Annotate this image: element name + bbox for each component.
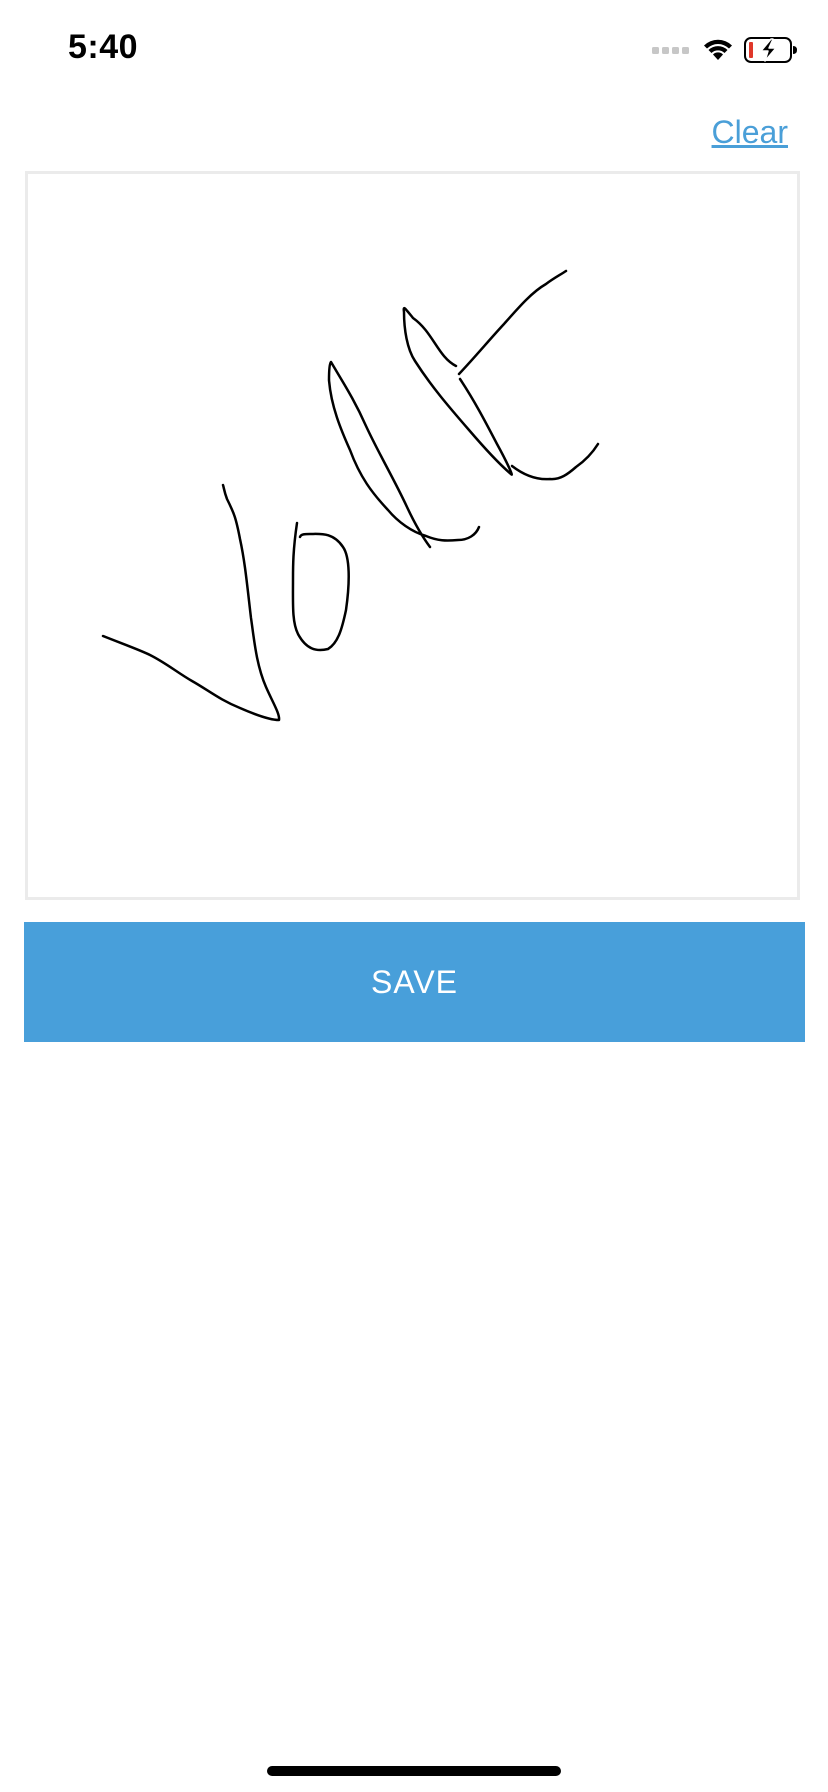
signature-canvas[interactable] [25,171,800,900]
clear-button[interactable]: Clear [712,114,788,151]
battery-charging-icon [744,37,797,63]
status-icons [652,34,798,66]
status-time: 5:40 [68,28,139,66]
signature-drawing [101,269,600,722]
wifi-icon [704,39,732,60]
home-indicator[interactable] [267,1766,561,1776]
battery-low-level [749,42,753,58]
cellular-signal-icon [652,47,689,54]
save-button[interactable]: SAVE [24,922,805,1042]
status-bar: 5:40 [0,0,828,100]
